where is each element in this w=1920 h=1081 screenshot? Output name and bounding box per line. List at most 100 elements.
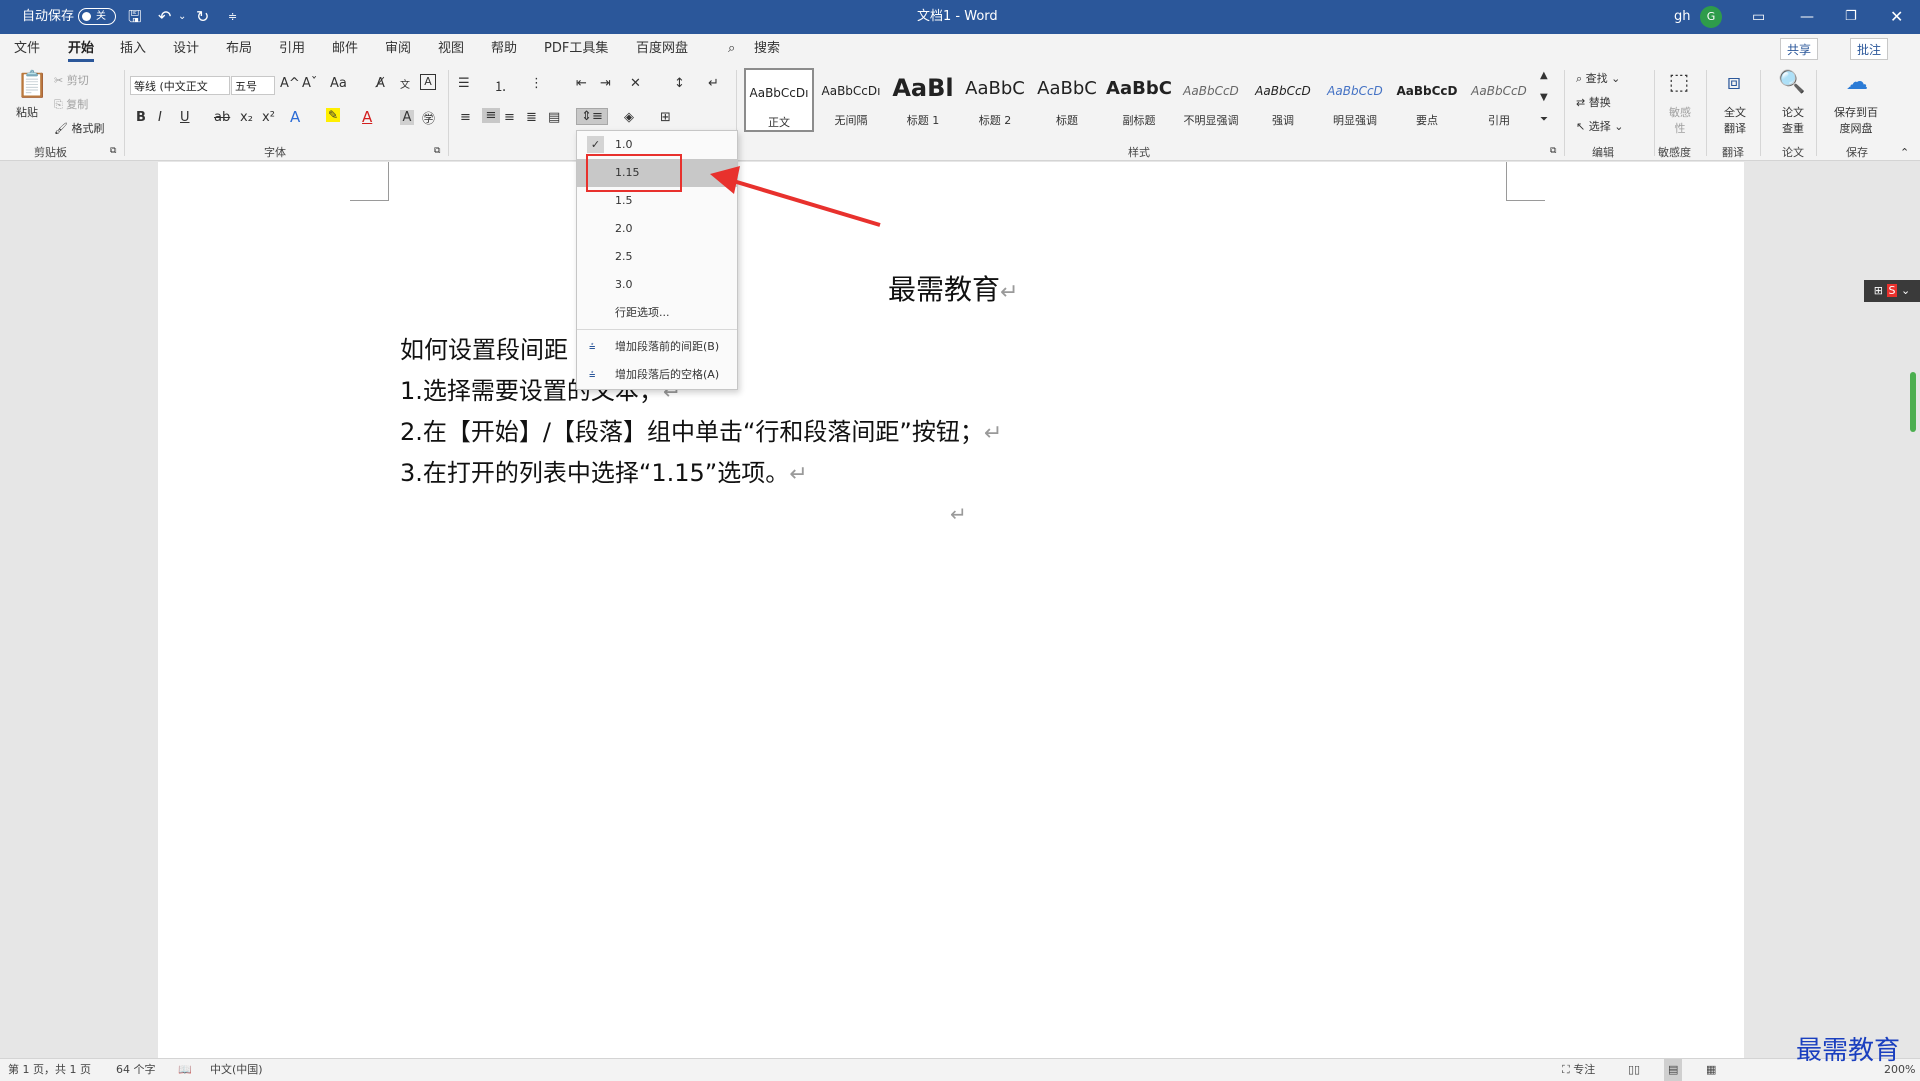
shrink-font-icon[interactable]: Aˇ — [302, 76, 317, 91]
tab-view[interactable]: 视图 — [438, 34, 464, 64]
underline-icon[interactable]: U — [180, 110, 190, 125]
doc-paragraph[interactable]: 3.在打开的列表中选择“1.15”选项。↵ — [400, 453, 808, 488]
style-emphasis[interactable]: AaBbCcD 强调 — [1248, 68, 1318, 132]
numbering-icon[interactable]: ⒈ — [494, 76, 507, 95]
save-icon[interactable]: 🖫 — [128, 0, 142, 34]
tell-me-search[interactable]: 搜索 — [754, 34, 780, 64]
tab-help[interactable]: 帮助 — [491, 34, 517, 64]
style-subtle-emphasis[interactable]: AaBbCcD 不明显强调 — [1176, 68, 1246, 132]
close-icon[interactable]: ✕ — [1890, 0, 1903, 34]
subscript-icon[interactable]: x₂ — [240, 110, 253, 125]
gallery-scroll-down-icon[interactable]: ▼ — [1540, 92, 1548, 103]
change-case-icon[interactable]: Aa — [330, 76, 347, 91]
superscript-icon[interactable]: x² — [262, 110, 275, 125]
translate-icon[interactable]: ⧈ — [1720, 70, 1748, 95]
font-color-icon[interactable]: A — [362, 108, 372, 126]
translate-button[interactable]: 全文翻译 — [1722, 104, 1748, 136]
clipboard-launcher-icon[interactable]: ⧉ — [110, 146, 116, 156]
add-space-before-option[interactable]: ⩮ 增加段落前的间距(B) — [577, 333, 737, 361]
sensitivity-button[interactable]: 敏感性 — [1666, 104, 1694, 136]
strikethrough-icon[interactable]: ab — [214, 110, 230, 125]
doc-paragraph[interactable]: 2.在【开始】/【段落】组中单击“行和段落间距”按钮；↵ — [400, 412, 1002, 447]
tab-mailings[interactable]: 邮件 — [332, 34, 358, 64]
enclose-characters-icon[interactable]: ㊫ — [422, 108, 435, 127]
distributed-icon[interactable]: ▤ — [548, 110, 560, 125]
italic-icon[interactable]: I — [158, 110, 162, 125]
select-button[interactable]: ↖ 选择 ⌄ — [1576, 118, 1623, 134]
tab-pdf-tools[interactable]: PDF工具集 — [544, 34, 608, 64]
sort-icon[interactable]: ↕ — [674, 76, 685, 91]
align-center-icon[interactable]: ≡ — [482, 108, 500, 123]
bullets-icon[interactable]: ☰ — [458, 76, 470, 91]
comments-button[interactable]: 批注 — [1850, 38, 1889, 60]
collapse-ribbon-icon[interactable]: ⌃ — [1900, 146, 1909, 159]
line-spacing-options[interactable]: 行距选项... — [577, 299, 737, 327]
line-spacing-button[interactable]: ⇕≡ — [576, 108, 608, 125]
font-size-combo[interactable]: 五号 — [231, 76, 275, 95]
cut-button[interactable]: ✂ 剪切 — [54, 72, 89, 88]
bold-icon[interactable]: B — [136, 110, 146, 125]
plagiarism-check-button[interactable]: 论文查重 — [1780, 104, 1806, 136]
phonetic-guide-icon[interactable]: 文 — [400, 76, 410, 91]
character-shading-icon[interactable]: A — [400, 110, 414, 125]
undo-dropdown-icon[interactable]: ⌄ — [178, 0, 186, 34]
avatar[interactable]: G — [1700, 6, 1722, 28]
document-page[interactable]: 最需教育↵ 如何设置段间距 1.选择需要设置的文本；↵ 2.在【开始】/【段落】… — [158, 162, 1744, 1058]
replace-button[interactable]: ⇄ 替换 — [1576, 94, 1611, 110]
increase-indent-icon[interactable]: ⇥ — [600, 76, 611, 91]
character-border-icon[interactable]: A — [420, 74, 436, 90]
restore-icon[interactable]: ❐ — [1845, 0, 1857, 34]
style-normal[interactable]: AaBbCcDı 正文 — [744, 68, 814, 132]
style-quote[interactable]: AaBbCcD 引用 — [1464, 68, 1534, 132]
sensitivity-icon[interactable]: ⬚ — [1664, 70, 1694, 95]
search-icon[interactable]: ⌕ — [728, 34, 735, 64]
format-painter-button[interactable]: 🖌 格式刷 — [54, 120, 104, 136]
ribbon-display-icon[interactable]: ▭ — [1752, 0, 1765, 34]
tab-design[interactable]: 设计 — [173, 34, 199, 64]
styles-launcher-icon[interactable]: ⧉ — [1550, 146, 1556, 156]
decrease-indent-icon[interactable]: ⇤ — [576, 76, 587, 91]
chinese-layout-icon[interactable]: ✕ — [630, 76, 641, 91]
line-spacing-option-3-0[interactable]: 3.0 — [577, 271, 737, 299]
style-strong[interactable]: AaBbCcD 要点 — [1392, 68, 1462, 132]
line-spacing-option-2-5[interactable]: 2.5 — [577, 243, 737, 271]
style-heading-2[interactable]: AaBbC 标题 2 — [960, 68, 1030, 132]
redo-icon[interactable]: ↻ — [196, 0, 209, 34]
grow-font-icon[interactable]: A^ — [280, 76, 300, 91]
baidu-netdisk-icon[interactable]: ☁ — [1842, 70, 1872, 95]
proofing-icon[interactable]: 📖 — [178, 1059, 192, 1081]
paste-button[interactable]: 粘贴 — [16, 104, 38, 120]
minimize-icon[interactable]: — — [1800, 0, 1814, 34]
style-heading-1[interactable]: AaBl 标题 1 — [888, 68, 958, 132]
tab-home[interactable]: 开始 — [68, 34, 95, 64]
font-launcher-icon[interactable]: ⧉ — [434, 146, 440, 156]
highlight-color-icon[interactable]: ✎ — [326, 108, 340, 122]
print-layout-icon[interactable]: ▤ — [1664, 1059, 1683, 1081]
language-indicator[interactable]: 中文(中国) — [210, 1059, 263, 1081]
save-to-baidu-button[interactable]: 保存到百度网盘 — [1830, 104, 1882, 136]
read-mode-icon[interactable]: ▯▯ — [1628, 1059, 1640, 1081]
undo-icon[interactable]: ↶ — [158, 0, 171, 34]
find-button[interactable]: ⌕ 查找 ⌄ — [1576, 70, 1620, 86]
scrollbar-thumb[interactable] — [1910, 372, 1916, 432]
tab-file[interactable]: 文件 — [14, 34, 40, 64]
tab-insert[interactable]: 插入 — [120, 34, 146, 64]
tab-references[interactable]: 引用 — [279, 34, 305, 64]
plagiarism-check-icon[interactable]: 🔍 — [1778, 70, 1806, 95]
show-marks-icon[interactable]: ↵ — [708, 76, 719, 91]
tab-review[interactable]: 审阅 — [385, 34, 411, 64]
style-intense-emphasis[interactable]: AaBbCcD 明显强调 — [1320, 68, 1390, 132]
gallery-more-icon[interactable]: ⏷ — [1540, 114, 1548, 125]
word-count[interactable]: 64 个字 — [116, 1059, 156, 1081]
shading-icon[interactable]: ◈ — [624, 110, 634, 125]
web-layout-icon[interactable]: ▦ — [1706, 1059, 1716, 1081]
share-button[interactable]: 共享 — [1780, 38, 1819, 60]
paste-icon[interactable]: 📋 — [16, 70, 48, 100]
page-count[interactable]: 第 1 页，共 1 页 — [8, 1059, 91, 1081]
ime-toolbar[interactable]: ⊞ S ⌄ — [1864, 280, 1920, 302]
style-title[interactable]: AaBbC 标题 — [1032, 68, 1102, 132]
autosave-toggle[interactable]: 关 — [78, 8, 116, 25]
focus-mode-button[interactable]: ⛶ 专注 — [1562, 1059, 1595, 1081]
borders-icon[interactable]: ⊞ — [660, 110, 671, 125]
align-left-icon[interactable]: ≡ — [460, 110, 471, 125]
